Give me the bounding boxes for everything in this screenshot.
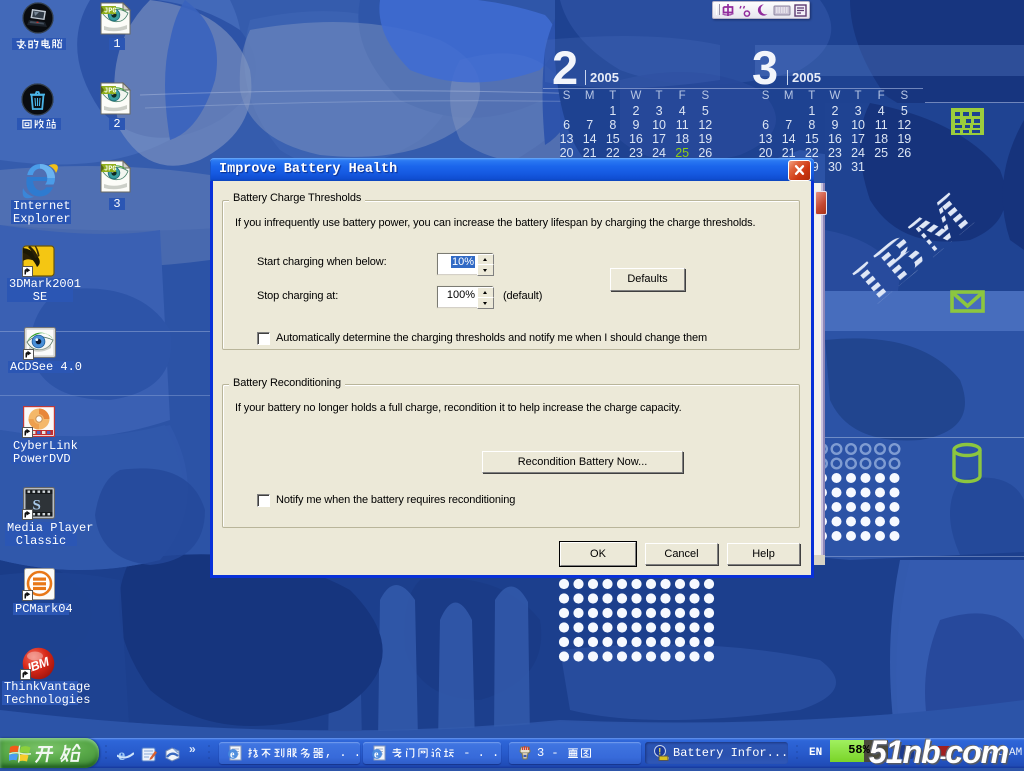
svg-text:e: e — [374, 750, 379, 761]
svg-text:JPG: JPG — [104, 8, 117, 16]
svg-text:JPG: JPG — [104, 166, 117, 174]
svg-text:!: ! — [658, 747, 661, 757]
svg-text:e: e — [118, 747, 125, 763]
svg-text:JPG: JPG — [104, 88, 117, 96]
svg-text:e: e — [230, 750, 235, 761]
svg-text:S: S — [33, 498, 41, 514]
